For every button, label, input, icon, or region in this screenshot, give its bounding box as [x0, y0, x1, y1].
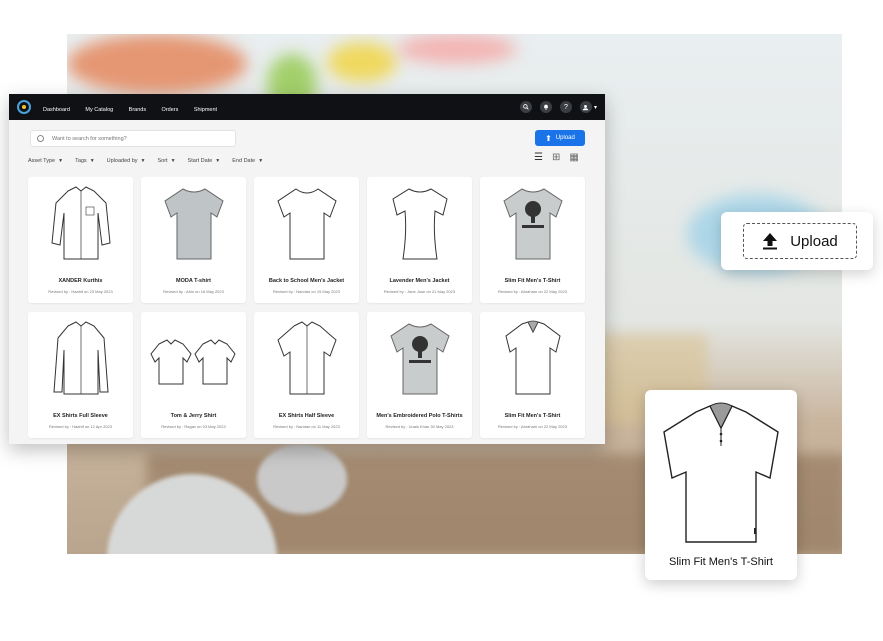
product-revision: Revised by : Abraham on 22 May 2023 [498, 424, 567, 429]
product-title: Tom & Jerry Shirt [170, 413, 217, 419]
grid-small-icon[interactable]: ▦ [569, 152, 578, 163]
product-revision: Revised by : Abraham on 22 May 2023 [498, 289, 567, 294]
nav-dashboard[interactable]: Dashboard [43, 107, 70, 113]
product-revision: Revised by : Unais Khan 30 May 2023 [385, 424, 454, 429]
grid-large-icon[interactable]: ⊞ [552, 152, 560, 163]
chevron-down-icon: ▼ [140, 158, 146, 164]
main-nav: Dashboard My Catalog Brands Orders Shipm… [43, 98, 228, 116]
product-card[interactable]: Slim Fit Men's T-Shirt Revised by : Abra… [480, 177, 585, 303]
upload-icon: ⬆ [545, 133, 552, 143]
search-input[interactable] [50, 134, 224, 143]
search-icon [37, 135, 44, 142]
product-card[interactable]: EX Shirts Full Sleeve Revised by : Haahi… [28, 312, 133, 438]
product-grid: XANDER Kurthis Revised by : Haahif on 23… [28, 177, 585, 438]
filter-sort[interactable]: Sort ▼ [157, 158, 175, 164]
nav-brands[interactable]: Brands [129, 107, 146, 113]
product-revision: Revised by : Jane Jose on 21 May 2023 [383, 289, 456, 294]
chevron-down-icon: ▼ [258, 158, 264, 164]
product-revision: Revised by : Haahif on 12 Apr 2023 [49, 424, 112, 429]
product-title: Slim Fit Men's T-Shirt [504, 413, 561, 419]
polo-shirt-icon [663, 402, 779, 543]
upload-button-label: Upload [555, 135, 575, 141]
view-toggle: ☰ ⊞ ▦ [534, 152, 579, 163]
upload-callout-card: Upload [721, 212, 873, 270]
upload-button[interactable]: ⬆ Upload [535, 130, 585, 146]
nav-shipment[interactable]: Shipment [194, 107, 217, 113]
product-title: XANDER Kurthis [58, 278, 103, 284]
product-title: Men's Embroidered Polo T-Shirts [376, 413, 463, 419]
user-menu[interactable]: ▾ [579, 101, 597, 113]
filter-tags[interactable]: Tags ▼ [75, 158, 95, 164]
nav-orders[interactable]: Orders [162, 107, 179, 113]
nav-my-catalog[interactable]: My Catalog [85, 107, 113, 113]
product-card[interactable]: Back to School Men's Jacket Revised by :… [254, 177, 359, 303]
chevron-down-icon: ▼ [89, 158, 95, 164]
search-icon[interactable] [519, 101, 532, 113]
product-revision: Revised by : Abin on 16 May 2023 [163, 289, 224, 294]
filter-uploaded-by[interactable]: Uploaded by ▼ [107, 158, 146, 164]
product-revision: Revised by : Nandan on 19 May 2023 [273, 289, 340, 294]
product-card[interactable]: Slim Fit Men's T-Shirt Revised by : Abra… [480, 312, 585, 438]
product-preview-card[interactable]: Slim Fit Men's T-Shirt [645, 390, 797, 580]
product-revision: Revised by : Haahif on 23 May 2023 [48, 289, 113, 294]
tshirt-print-icon [389, 323, 450, 395]
filter-bar: Asset Type ▼ Tags ▼ Uploaded by ▼ Sort ▼ Sta… [28, 158, 263, 164]
search-box[interactable] [30, 130, 236, 147]
product-title: Back to School Men's Jacket [268, 278, 345, 284]
tshirt-outline-icon [276, 188, 337, 260]
product-card[interactable]: MODA T-shirt Revised by : Abin on 16 May… [141, 177, 246, 303]
filter-end-date[interactable]: End Date ▼ [232, 158, 263, 164]
tshirt-grey-icon [163, 188, 224, 260]
product-card[interactable]: Lavender Men's Jacket Revised by : Jane … [367, 177, 472, 303]
product-card[interactable]: Men's Embroidered Polo T-Shirts Revised … [367, 312, 472, 438]
upload-callout-button[interactable]: Upload [743, 223, 857, 259]
product-card[interactable]: XANDER Kurthis Revised by : Haahif on 23… [28, 177, 133, 303]
help-icon[interactable]: ? [559, 101, 572, 113]
chevron-down-icon: ▼ [58, 158, 64, 164]
tshirt-print-icon [502, 188, 563, 260]
product-revision: Revised by : Ragav on 03 May 2023 [161, 424, 226, 429]
product-title: Lavender Men's Jacket [389, 278, 450, 284]
user-icon [579, 101, 592, 113]
filter-start-date[interactable]: Start Date ▼ [188, 158, 221, 164]
product-preview-title: Slim Fit Men's T-Shirt [669, 556, 773, 568]
polo-shirt-icon [504, 320, 561, 395]
top-navbar: Dashboard My Catalog Brands Orders Shipm… [9, 94, 605, 120]
product-title: EX Shirts Half Sleeve [278, 413, 335, 419]
product-title: MODA T-shirt [176, 278, 211, 284]
chevron-down-icon: ▼ [215, 158, 221, 164]
chevron-down-icon: ▾ [593, 104, 597, 111]
bell-icon[interactable] [539, 101, 552, 113]
product-card[interactable]: EX Shirts Half Sleeve Revised by : Nanda… [254, 312, 359, 438]
tshirt-womens-icon [391, 188, 448, 260]
upload-callout-label: Upload [790, 232, 838, 250]
app-window: Dashboard My Catalog Brands Orders Shipm… [9, 94, 605, 444]
shirt-pair-icon [149, 339, 236, 385]
shirt-long-sleeve-icon [50, 186, 111, 260]
logo-icon[interactable] [17, 100, 31, 114]
list-view-icon[interactable]: ☰ [534, 152, 543, 163]
product-card[interactable]: Tom & Jerry Shirt Revised by : Ragav on … [141, 312, 246, 438]
upload-icon [763, 233, 778, 250]
product-revision: Revised by : Nandan on 11 May 2023 [273, 424, 340, 429]
product-title: EX Shirts Full Sleeve [53, 413, 108, 419]
shirt-short-sleeve-icon [276, 321, 337, 395]
filter-asset-type[interactable]: Asset Type ▼ [28, 158, 63, 164]
chevron-down-icon: ▼ [170, 158, 176, 164]
product-title: Slim Fit Men's T-Shirt [504, 278, 561, 284]
shirt-long-sleeve-icon [52, 321, 109, 395]
